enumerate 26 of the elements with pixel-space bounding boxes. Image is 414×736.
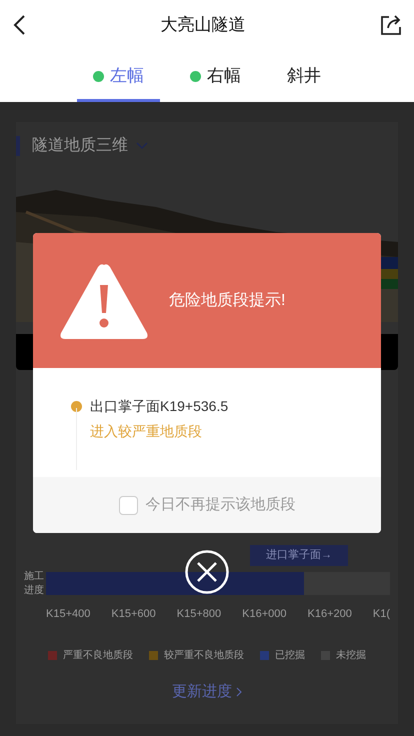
axis-label: K15+600 [111,606,156,622]
warning-text: 进入较严重地质段 [90,422,202,441]
legend-label: 较严重不良地质段 [164,648,244,663]
legend-label: 未挖掘 [336,648,366,663]
axis-label: K15+800 [176,606,222,622]
tab[interactable]: 左幅 [77,50,160,102]
marker-label: 进口掌子面→ [250,545,348,566]
axis-label: K16+200 [308,606,352,622]
share-icon[interactable] [380,14,402,36]
location-text: 出口掌子面K19+536.5 [90,397,228,416]
legend-label: 已挖掘 [275,648,305,663]
checkbox-label: 今日不再提示该地质段 [146,494,296,515]
section-title: 隧道地质三维 [32,136,128,156]
legend-label: 严重不良地质段 [63,648,133,663]
close-icon[interactable] [185,550,229,594]
axis-label: K15+400 [46,606,90,622]
tab[interactable]: 右幅 [174,50,257,102]
dialog-title: 危险地质段提示! [169,290,286,310]
checkbox[interactable] [118,496,138,514]
chevron-right-icon [236,687,242,698]
axis-label: K16+000 [242,606,286,622]
axis-label: K1( [372,606,390,622]
tab[interactable]: 斜井 [271,50,337,102]
progress-label: 施工进度 [24,570,45,598]
back-icon[interactable] [12,14,26,36]
page-title: 大亮山隧道 [160,14,246,36]
